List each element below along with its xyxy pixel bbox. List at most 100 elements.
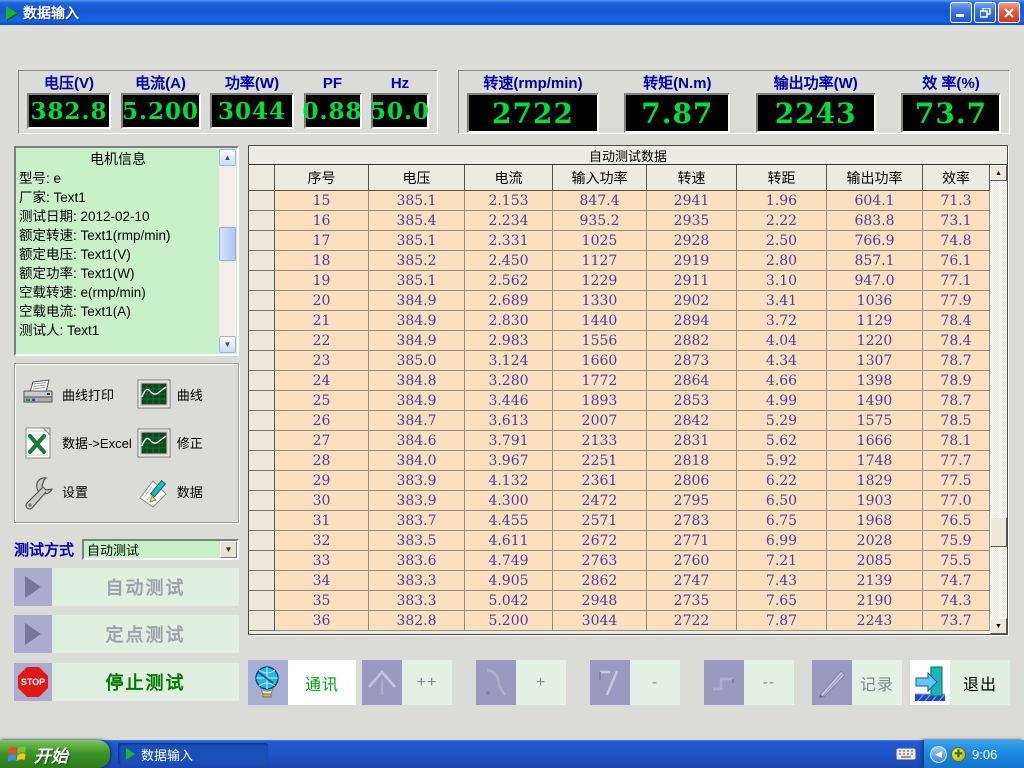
- row-selector[interactable]: [249, 311, 275, 331]
- table-cell[interactable]: 32: [275, 531, 369, 551]
- table-cell[interactable]: 36: [275, 611, 369, 631]
- row-selector[interactable]: [249, 431, 275, 451]
- table-cell[interactable]: 1330: [553, 291, 647, 311]
- table-cell[interactable]: 2.562: [465, 271, 553, 291]
- table-cell[interactable]: 2853: [647, 391, 737, 411]
- table-cell[interactable]: 2948: [553, 591, 647, 611]
- table-cell[interactable]: 4.905: [465, 571, 553, 591]
- table-scrollbar[interactable]: ▲ ▼: [990, 165, 1007, 634]
- table-cell[interactable]: 16: [275, 211, 369, 231]
- table-cell[interactable]: 1666: [827, 431, 923, 451]
- table-row[interactable]: 25384.93.446189328534.99149078.7: [249, 391, 990, 411]
- table-cell[interactable]: 4.749: [465, 551, 553, 571]
- table-row[interactable]: 18385.22.450112729192.80857.176.1: [249, 251, 990, 271]
- table-cell[interactable]: 2722: [647, 611, 737, 631]
- row-selector[interactable]: [249, 511, 275, 531]
- table-cell[interactable]: 4.300: [465, 491, 553, 511]
- table-cell[interactable]: 1829: [827, 471, 923, 491]
- tool-button-data-to-excel[interactable]: 数据->Excel: [19, 424, 134, 462]
- row-selector[interactable]: [249, 191, 275, 211]
- combo-dropdown-icon[interactable]: ▼: [220, 541, 237, 558]
- table-cell[interactable]: 2.50: [737, 231, 827, 251]
- table-cell[interactable]: 385.4: [369, 211, 465, 231]
- table-cell[interactable]: 383.3: [369, 591, 465, 611]
- table-cell[interactable]: 7.65: [737, 591, 827, 611]
- table-cell[interactable]: 383.6: [369, 551, 465, 571]
- table-cell[interactable]: 77.7: [923, 451, 990, 471]
- table-cell[interactable]: 384.9: [369, 331, 465, 351]
- table-row[interactable]: 16385.42.234935.229352.22683.873.1: [249, 211, 990, 231]
- table-cell[interactable]: 385.1: [369, 191, 465, 211]
- table-cell[interactable]: 76.1: [923, 251, 990, 271]
- toolbar-button-minus-minus[interactable]: --: [704, 660, 794, 705]
- row-selector[interactable]: [249, 351, 275, 371]
- table-cell[interactable]: 4.66: [737, 371, 827, 391]
- tool-button-print-curve[interactable]: 曲线打印: [19, 375, 134, 413]
- table-cell[interactable]: 78.5: [923, 411, 990, 431]
- motor-info-scrollbar[interactable]: ▲ ▼: [219, 149, 236, 353]
- table-cell[interactable]: 3.791: [465, 431, 553, 451]
- table-cell[interactable]: 3.41: [737, 291, 827, 311]
- table-cell[interactable]: 2842: [647, 411, 737, 431]
- table-cell[interactable]: 25: [275, 391, 369, 411]
- table-cell[interactable]: 20: [275, 291, 369, 311]
- table-row[interactable]: 17385.12.331102529282.50766.974.8: [249, 231, 990, 251]
- table-cell[interactable]: 857.1: [827, 251, 923, 271]
- row-selector[interactable]: [249, 591, 275, 611]
- table-cell[interactable]: 5.042: [465, 591, 553, 611]
- table-cell[interactable]: 2472: [553, 491, 647, 511]
- table-cell[interactable]: 383.9: [369, 491, 465, 511]
- table-cell[interactable]: 384.8: [369, 371, 465, 391]
- tool-button-data[interactable]: 数据: [134, 473, 234, 511]
- table-cell[interactable]: 2771: [647, 531, 737, 551]
- table-cell[interactable]: 5.29: [737, 411, 827, 431]
- table-row[interactable]: 19385.12.562122929113.10947.077.1: [249, 271, 990, 291]
- table-cell[interactable]: 34: [275, 571, 369, 591]
- table-cell[interactable]: 2818: [647, 451, 737, 471]
- table-row[interactable]: 15385.12.153847.429411.96604.171.3: [249, 191, 990, 211]
- table-cell[interactable]: 4.99: [737, 391, 827, 411]
- table-cell[interactable]: 4.34: [737, 351, 827, 371]
- row-selector[interactable]: [249, 211, 275, 231]
- table-cell[interactable]: 27: [275, 431, 369, 451]
- table-cell[interactable]: 24: [275, 371, 369, 391]
- table-cell[interactable]: 18: [275, 251, 369, 271]
- table-cell[interactable]: 935.2: [553, 211, 647, 231]
- tool-button-settings[interactable]: 设置: [19, 473, 134, 511]
- row-selector[interactable]: [249, 471, 275, 491]
- table-cell[interactable]: 3.613: [465, 411, 553, 431]
- table-cell[interactable]: 385.1: [369, 231, 465, 251]
- table-cell[interactable]: 1556: [553, 331, 647, 351]
- table-cell[interactable]: 4.04: [737, 331, 827, 351]
- taskbar-task-button[interactable]: 数据输入: [118, 743, 268, 765]
- table-cell[interactable]: 77.1: [923, 271, 990, 291]
- table-cell[interactable]: 2894: [647, 311, 737, 331]
- row-selector[interactable]: [249, 371, 275, 391]
- table-cell[interactable]: 19: [275, 271, 369, 291]
- toolbar-button-record[interactable]: 记录: [812, 660, 902, 705]
- table-cell[interactable]: 2.153: [465, 191, 553, 211]
- table-cell[interactable]: 78.9: [923, 371, 990, 391]
- table-cell[interactable]: 383.9: [369, 471, 465, 491]
- toolbar-button-minus[interactable]: -: [590, 660, 680, 705]
- table-cell[interactable]: 384.7: [369, 411, 465, 431]
- table-cell[interactable]: 1127: [553, 251, 647, 271]
- table-cell[interactable]: 6.99: [737, 531, 827, 551]
- test-button-stop[interactable]: STOP停止测试: [14, 663, 239, 701]
- restore-button[interactable]: [974, 2, 996, 23]
- table-cell[interactable]: 384.0: [369, 451, 465, 471]
- table-cell[interactable]: 385.2: [369, 251, 465, 271]
- table-cell[interactable]: 77.0: [923, 491, 990, 511]
- table-cell[interactable]: 2935: [647, 211, 737, 231]
- table-scrollbar-thumb[interactable]: [990, 517, 1007, 547]
- table-cell[interactable]: 75.9: [923, 531, 990, 551]
- table-cell[interactable]: 847.4: [553, 191, 647, 211]
- table-row[interactable]: 26384.73.613200728425.29157578.5: [249, 411, 990, 431]
- table-row[interactable]: 22384.92.983155628824.04122078.4: [249, 331, 990, 351]
- table-cell[interactable]: 2139: [827, 571, 923, 591]
- table-cell[interactable]: 2251: [553, 451, 647, 471]
- table-scroll-up-icon[interactable]: ▲: [990, 165, 1007, 181]
- table-cell[interactable]: 384.6: [369, 431, 465, 451]
- table-cell[interactable]: 7.21: [737, 551, 827, 571]
- table-cell[interactable]: 2919: [647, 251, 737, 271]
